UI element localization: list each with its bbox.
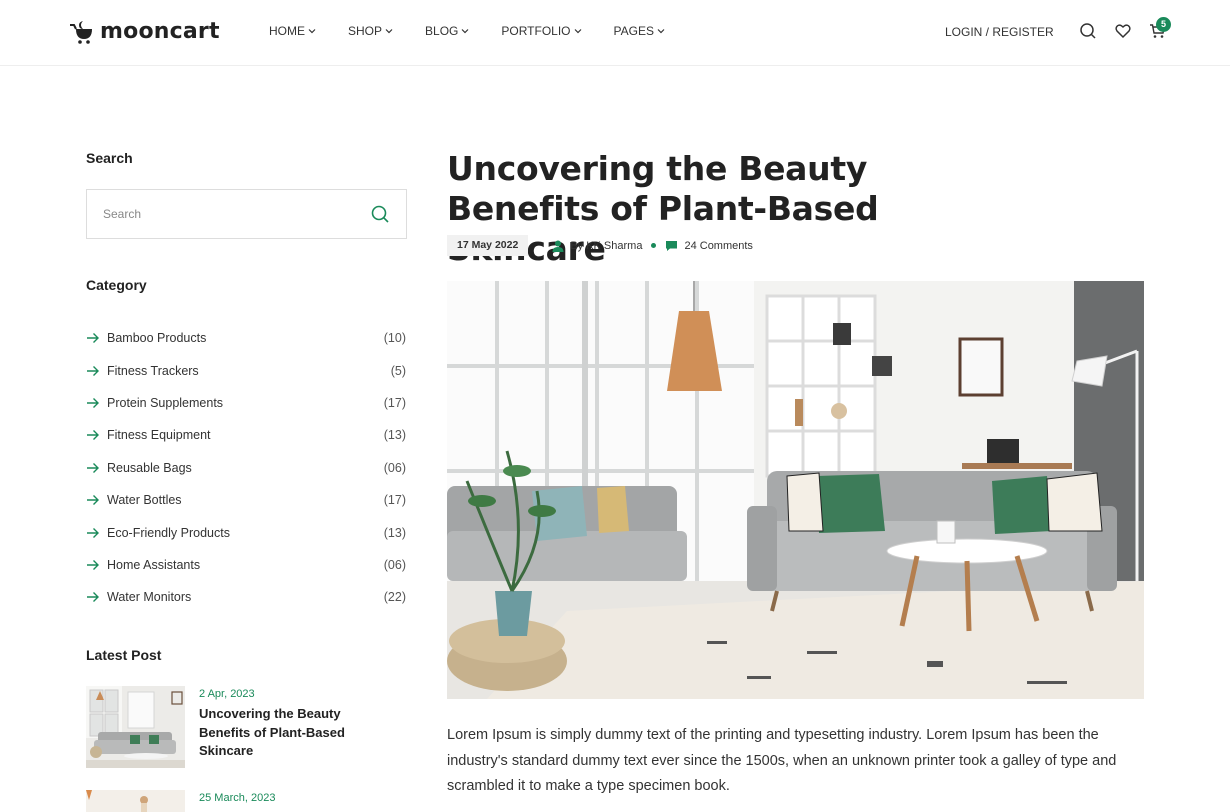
- category-item[interactable]: Water Monitors (22): [86, 581, 406, 613]
- nav-shop-label: SHOP: [348, 24, 383, 38]
- search-box: [86, 189, 407, 239]
- user-icon: [552, 240, 564, 252]
- nav-blog[interactable]: BLOG: [425, 24, 469, 38]
- arrow-right-icon: [87, 462, 99, 473]
- category-item[interactable]: Eco-Friendly Products (13): [86, 516, 406, 548]
- chevron-down-icon: [385, 29, 393, 34]
- cart-count-badge: 5: [1156, 17, 1171, 32]
- post-title[interactable]: Uncovering the Beauty Benefits of Plant-…: [199, 705, 359, 761]
- arrow-right-icon: [87, 397, 99, 408]
- category-count: (17): [383, 395, 406, 410]
- post-date: 25 March, 2023: [199, 792, 276, 804]
- search-input[interactable]: [103, 207, 370, 221]
- search-icon[interactable]: [370, 204, 390, 224]
- nav-portfolio-label: PORTFOLIO: [501, 24, 571, 38]
- article-body: Lorem Ipsum is simply dummy text of the …: [447, 727, 1117, 794]
- category-count: (06): [383, 557, 406, 572]
- nav-portfolio[interactable]: PORTFOLIO: [501, 24, 581, 38]
- arrow-right-icon: [87, 365, 99, 376]
- category-count: (13): [383, 428, 406, 443]
- author-name: By KK Sharma: [570, 239, 643, 252]
- post-meta: 25 March, 2023: [199, 790, 275, 812]
- article-date: 17 May 2022: [447, 235, 529, 256]
- category-count: (5): [390, 363, 406, 378]
- category-item[interactable]: Bamboo Products (10): [86, 322, 406, 354]
- category-list: Bamboo Products (10) Fitness Trackers (5…: [86, 322, 406, 614]
- post-thumbnail[interactable]: [86, 686, 185, 768]
- post-thumbnail[interactable]: [86, 790, 185, 812]
- category-name: Reusable Bags: [107, 460, 192, 475]
- latest-post-item: 2 Apr, 2023 Uncovering the Beauty Benefi…: [86, 686, 359, 768]
- latest-post-item: 25 March, 2023: [86, 790, 275, 812]
- latest-post-heading: Latest Post: [86, 647, 162, 663]
- nav-pages-label: PAGES: [613, 24, 654, 38]
- arrow-right-icon: [87, 430, 99, 441]
- comments-count: 24 Comments: [684, 239, 753, 252]
- post-date: 2 Apr, 2023: [199, 688, 255, 700]
- chevron-down-icon: [574, 29, 581, 34]
- chevron-down-icon: [657, 29, 665, 34]
- post-meta: 2 Apr, 2023 Uncovering the Beauty Benefi…: [199, 686, 359, 768]
- comments-link[interactable]: 24 Comments: [665, 239, 753, 252]
- category-name: Fitness Equipment: [107, 428, 211, 443]
- arrow-right-icon: [87, 527, 99, 538]
- comment-icon: [666, 240, 678, 251]
- category-count: (22): [383, 590, 406, 605]
- nav-pages[interactable]: PAGES: [614, 24, 665, 38]
- main-nav: HOME SHOP BLOG PORTFOLIO PAGES: [269, 24, 697, 38]
- chevron-down-icon: [308, 29, 316, 34]
- category-count: (06): [383, 460, 406, 475]
- arrow-right-icon: [87, 559, 99, 570]
- logo[interactable]: mooncart: [68, 17, 220, 45]
- article-hero-image: [447, 281, 1144, 699]
- arrow-right-icon: [87, 333, 99, 344]
- category-item[interactable]: Protein Supplements (17): [86, 387, 406, 419]
- category-count: (13): [383, 525, 406, 540]
- arrow-right-icon: [87, 495, 99, 506]
- category-count: (17): [383, 493, 406, 508]
- category-name: Protein Supplements: [107, 395, 224, 410]
- category-heading: Category: [86, 277, 147, 293]
- nav-home[interactable]: HOME: [269, 24, 316, 38]
- category-item[interactable]: Home Assistants (06): [86, 549, 406, 581]
- moon-cart-logo-icon: [70, 21, 92, 44]
- category-name: Water Monitors: [107, 590, 192, 605]
- article-meta: 17 May 2022 By KK Sharma 24 Comments: [447, 235, 753, 256]
- category-name: Eco-Friendly Products: [107, 525, 230, 540]
- arrow-right-icon: [87, 592, 99, 603]
- nav-shop[interactable]: SHOP: [348, 24, 393, 38]
- login-register-link[interactable]: LOGIN / REGISTER: [945, 25, 1054, 39]
- header-icons: [1079, 22, 1167, 40]
- category-item[interactable]: Fitness Equipment (13): [86, 419, 406, 451]
- search-heading: Search: [86, 150, 133, 166]
- chevron-down-icon: [461, 29, 469, 34]
- category-name: Bamboo Products: [107, 331, 207, 346]
- heart-icon[interactable]: [1114, 22, 1132, 40]
- category-item[interactable]: Fitness Trackers (5): [86, 354, 406, 386]
- category-name: Home Assistants: [107, 557, 201, 572]
- category-name: Water Bottles: [107, 493, 182, 508]
- search-icon[interactable]: [1079, 22, 1097, 40]
- nav-blog-label: BLOG: [425, 24, 459, 38]
- author-link[interactable]: By KK Sharma: [552, 240, 642, 252]
- meta-separator: [651, 243, 657, 248]
- category-name: Fitness Trackers: [107, 363, 199, 378]
- logo-text: mooncart: [100, 18, 220, 44]
- category-count: (10): [383, 331, 406, 346]
- site-header: mooncart HOME SHOP BLOG PORTFOLIO PAGES …: [0, 0, 1230, 66]
- category-item[interactable]: Reusable Bags (06): [86, 452, 406, 484]
- category-item[interactable]: Water Bottles (17): [86, 484, 406, 516]
- nav-home-label: HOME: [269, 24, 305, 38]
